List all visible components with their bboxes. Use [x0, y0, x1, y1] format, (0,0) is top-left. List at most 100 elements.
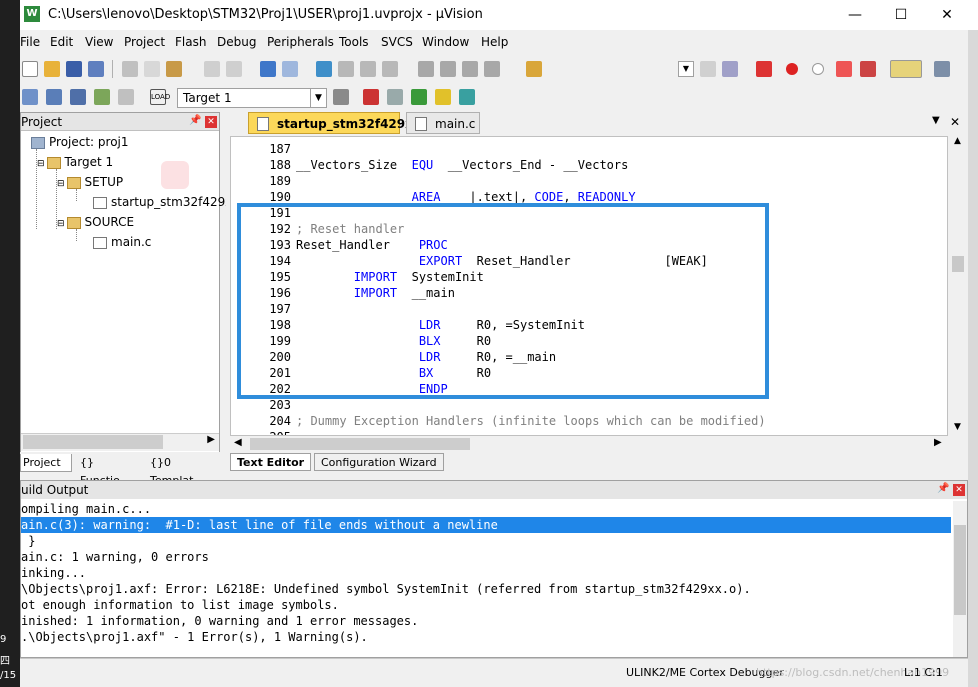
- build-icon[interactable]: [46, 89, 62, 105]
- tree-item-group-setup[interactable]: ⊟ SETUP: [57, 175, 123, 189]
- menu-flash[interactable]: Flash: [175, 35, 206, 49]
- menu-file[interactable]: File: [20, 35, 40, 49]
- menu-debug[interactable]: Debug: [217, 35, 256, 49]
- navigate-forward-icon[interactable]: [282, 61, 298, 77]
- output-line[interactable]: ompiling main.c...: [21, 501, 951, 517]
- close-icon[interactable]: ✕: [953, 484, 965, 496]
- output-line[interactable]: inking...: [21, 565, 951, 581]
- scroll-right-icon[interactable]: ▶: [207, 434, 215, 445]
- rebuild-icon[interactable]: [70, 89, 86, 105]
- tab-configuration-wizard[interactable]: Configuration Wizard: [314, 453, 444, 471]
- window-layout-icon[interactable]: [890, 60, 922, 78]
- tree-item-project[interactable]: Project: proj1: [31, 135, 129, 149]
- indent-icon[interactable]: [418, 61, 434, 77]
- maximize-button[interactable]: ☐: [878, 0, 924, 30]
- menu-window[interactable]: Window: [422, 35, 469, 49]
- select-packs-icon[interactable]: [411, 89, 427, 105]
- unindent-icon[interactable]: [440, 61, 456, 77]
- scroll-up-icon[interactable]: ▲: [954, 136, 961, 146]
- collapse-icon[interactable]: ⊟: [37, 159, 45, 169]
- menu-svcs[interactable]: SVCS: [381, 35, 413, 49]
- scrollbar-thumb[interactable]: [23, 435, 163, 449]
- manage-project-items-icon[interactable]: [363, 89, 379, 105]
- tabs-dropdown-icon[interactable]: ▼: [932, 115, 940, 126]
- menu-peripherals[interactable]: Peripherals: [267, 35, 334, 49]
- kill-breakpoints-icon[interactable]: [860, 61, 876, 77]
- build-output-log[interactable]: ompiling main.c... ain.c(3): warning: #1-…: [21, 501, 951, 657]
- close-icon[interactable]: ✕: [205, 116, 217, 128]
- tab-text-editor[interactable]: Text Editor: [230, 453, 312, 471]
- target-select[interactable]: Target 1 ▼: [177, 88, 327, 108]
- find-dropdown[interactable]: ▼: [678, 61, 694, 77]
- stop-build-icon[interactable]: [118, 89, 134, 105]
- horizontal-scrollbar[interactable]: ▶: [21, 433, 219, 451]
- scrollbar-thumb[interactable]: [952, 256, 964, 272]
- tree-item-file-main[interactable]: main.c: [93, 235, 151, 249]
- incremental-find-icon[interactable]: [700, 61, 716, 77]
- scroll-left-icon[interactable]: ◀: [234, 437, 242, 448]
- configure-icon[interactable]: [934, 61, 950, 77]
- scroll-right-icon[interactable]: ▶: [934, 437, 942, 448]
- redo-icon[interactable]: [226, 61, 242, 77]
- disable-breakpoints-icon[interactable]: [836, 61, 852, 77]
- menu-help[interactable]: Help: [481, 35, 508, 49]
- uncomment-icon[interactable]: [484, 61, 500, 77]
- output-line[interactable]: ot enough information to list image symb…: [21, 597, 951, 613]
- batch-build-icon[interactable]: [94, 89, 110, 105]
- scroll-down-icon[interactable]: ▼: [954, 422, 961, 432]
- next-bookmark-icon[interactable]: [360, 61, 376, 77]
- pin-icon[interactable]: 📌: [937, 483, 949, 494]
- insert-breakpoint-icon[interactable]: [786, 63, 798, 75]
- find-in-files-icon[interactable]: [526, 61, 542, 77]
- output-line[interactable]: .\Objects\proj1.axf" - 1 Error(s), 1 War…: [21, 629, 951, 645]
- output-line[interactable]: \Objects\proj1.axf: Error: L6218E: Undef…: [21, 581, 951, 597]
- tree-item-target[interactable]: ⊟ Target 1: [37, 155, 113, 169]
- translate-icon[interactable]: [22, 89, 38, 105]
- manage-rte-icon[interactable]: [387, 89, 403, 105]
- download-load-icon[interactable]: LOAD: [150, 89, 170, 105]
- comment-icon[interactable]: [462, 61, 478, 77]
- open-file-icon[interactable]: [44, 61, 60, 77]
- collapse-icon[interactable]: ⊟: [57, 219, 65, 229]
- tab-project[interactable]: Project: [20, 454, 72, 472]
- chevron-down-icon[interactable]: ▼: [310, 89, 326, 107]
- scrollbar-thumb[interactable]: [954, 525, 966, 615]
- output-line[interactable]: ain.c: 1 warning, 0 errors: [21, 549, 951, 565]
- vertical-scrollbar[interactable]: [953, 501, 967, 657]
- menu-tools[interactable]: Tools: [339, 35, 369, 49]
- copy-icon[interactable]: [144, 61, 160, 77]
- bookmark-icon[interactable]: [316, 61, 332, 77]
- new-file-icon[interactable]: [22, 61, 38, 77]
- tree-item-group-source[interactable]: ⊟ SOURCE: [57, 215, 134, 229]
- undo-icon[interactable]: [204, 61, 220, 77]
- target-options-icon[interactable]: [333, 89, 349, 105]
- cut-icon[interactable]: [122, 61, 138, 77]
- close-button[interactable]: ✕: [924, 0, 970, 30]
- horizontal-scrollbar[interactable]: ◀ ▶: [230, 436, 948, 452]
- menu-project[interactable]: Project: [124, 35, 165, 49]
- run-time-environment-icon[interactable]: [459, 89, 475, 105]
- menu-edit[interactable]: Edit: [50, 35, 73, 49]
- paste-icon[interactable]: [166, 61, 182, 77]
- tab-templates[interactable]: {}0 Templat...: [148, 454, 220, 487]
- tab-functions[interactable]: {} Functio...: [78, 454, 144, 487]
- tab-startup-file[interactable]: startup_stm32f429xx.s: [248, 112, 432, 134]
- save-all-icon[interactable]: [88, 61, 104, 77]
- minimize-button[interactable]: —: [832, 0, 878, 30]
- code-editor[interactable]: 187 188 __Vectors_Size EQU __Vectors_End -…: [230, 136, 948, 436]
- output-line[interactable]: inished: 1 information, 0 warning and 1 …: [21, 613, 951, 629]
- output-line[interactable]: }: [21, 533, 951, 549]
- collapse-icon[interactable]: ⊟: [57, 179, 65, 189]
- pin-icon[interactable]: 📌: [189, 115, 201, 126]
- enable-breakpoint-icon[interactable]: [812, 63, 824, 75]
- vertical-scrollbar[interactable]: ▲ ▼: [950, 136, 968, 436]
- menu-view[interactable]: View: [85, 35, 113, 49]
- start-debug-icon[interactable]: [756, 61, 772, 77]
- close-editor-icon[interactable]: ✕: [950, 115, 960, 129]
- navigate-back-icon[interactable]: [260, 61, 276, 77]
- clear-bookmarks-icon[interactable]: [382, 61, 398, 77]
- debug-session-icon[interactable]: [722, 61, 738, 77]
- output-line[interactable]: ain.c(3): warning: #1-D: last line of fi…: [21, 517, 951, 533]
- prev-bookmark-icon[interactable]: [338, 61, 354, 77]
- pack-installer-icon[interactable]: [435, 89, 451, 105]
